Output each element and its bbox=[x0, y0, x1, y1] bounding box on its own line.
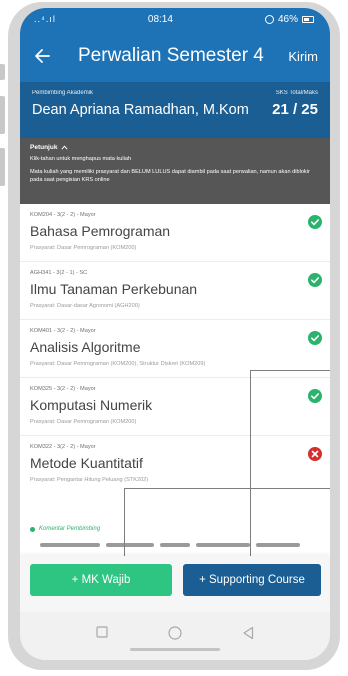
course-list: KOM204 - 3(2 - 2) - Mayor Bahasa Pemrogr… bbox=[20, 204, 330, 502]
error-circle-icon bbox=[308, 447, 322, 461]
annotation-line bbox=[250, 370, 251, 556]
sks-value: 21 / 25 bbox=[272, 101, 318, 118]
battery-icon bbox=[301, 15, 314, 23]
list-item[interactable]: KOM322 - 3(2 - 2) - Mayor Metode Kuantit… bbox=[20, 436, 330, 502]
status-time: 08:14 bbox=[147, 13, 173, 25]
course-prereq: Prasyarat: Pengantar Hitung Peluang (STK… bbox=[30, 477, 149, 483]
comment-dot-icon bbox=[30, 526, 35, 532]
status-bar: ..⁴.ıl 08:14 46% bbox=[20, 8, 330, 30]
signal-indicator: ..⁴.ıl bbox=[34, 14, 56, 24]
annotation-line bbox=[250, 370, 330, 371]
page-title: Perwalian Semester 4 bbox=[78, 45, 264, 66]
annotation-line bbox=[124, 488, 330, 489]
add-mk-wajib-button[interactable]: + MK Wajib bbox=[30, 564, 172, 596]
back-arrow-icon[interactable] bbox=[20, 48, 64, 64]
screen: ..⁴.ıl 08:14 46% Perwalian Semester 4 Ki… bbox=[20, 8, 330, 660]
advisor-comment-label: Komentar Pembimbing bbox=[30, 526, 100, 532]
comment-text-peek bbox=[40, 543, 310, 549]
hardware-button bbox=[0, 96, 5, 134]
home-icon[interactable] bbox=[168, 626, 182, 640]
advisor-name: Dean Apriana Ramadhan, M.Kom bbox=[32, 102, 249, 118]
phone-frame: ..⁴.ıl 08:14 46% Perwalian Semester 4 Ki… bbox=[8, 2, 340, 670]
alarm-icon bbox=[264, 14, 274, 24]
course-name: Ilmu Tanaman Perkebunan bbox=[30, 281, 198, 297]
course-code: KOM325 - 3(2 - 2) - Mayor bbox=[30, 386, 96, 392]
check-circle-icon bbox=[308, 273, 322, 287]
list-item[interactable]: KOM204 - 3(2 - 2) - Mayor Bahasa Pemrogr… bbox=[20, 204, 330, 262]
home-indicator[interactable] bbox=[130, 648, 220, 651]
instruction-panel[interactable]: Petunjuk Klik-tahan untuk menghapus mata… bbox=[20, 138, 330, 204]
check-circle-icon bbox=[308, 215, 322, 229]
check-circle-icon bbox=[308, 331, 322, 345]
course-prereq: Prasyarat: Dasar Pemrograman (KOM200) bbox=[30, 419, 137, 425]
back-triangle-icon[interactable] bbox=[242, 626, 254, 640]
instruction-text: Klik-tahan untuk menghapus mata kuliah bbox=[30, 156, 132, 162]
course-prereq: Prasyarat: Dasar Pemrograman (KOM200) bbox=[30, 245, 137, 251]
course-code: KOM204 - 3(2 - 2) - Mayor bbox=[30, 212, 96, 218]
course-name: Komputasi Numerik bbox=[30, 397, 153, 413]
instruction-text: Mata kuliah yang memiliki prasyarat dan … bbox=[30, 169, 310, 183]
chevron-up-icon[interactable] bbox=[61, 145, 69, 150]
send-button[interactable]: Kirim bbox=[288, 49, 330, 64]
course-code: AGH341 - 3(2 - 1) - SC bbox=[30, 270, 88, 276]
advisor-label: Pembimbing Akademik bbox=[32, 90, 94, 96]
course-code: KOM401 - 3(2 - 2) - Mayor bbox=[30, 328, 96, 334]
course-name: Metode Kuantitatif bbox=[30, 455, 143, 471]
hardware-button bbox=[0, 148, 5, 186]
comment-label-text: Komentar Pembimbing bbox=[39, 526, 101, 532]
list-item[interactable]: KOM325 - 3(2 - 2) - Mayor Komputasi Nume… bbox=[20, 378, 330, 436]
advisor-info: Pembimbing Akademik SKS Total/Maks Dean … bbox=[20, 82, 330, 138]
recent-apps-icon[interactable] bbox=[96, 626, 108, 638]
list-item[interactable]: AGH341 - 3(2 - 1) - SC Ilmu Tanaman Perk… bbox=[20, 262, 330, 320]
sks-label: SKS Total/Maks bbox=[275, 90, 318, 96]
system-nav-bar bbox=[20, 612, 330, 660]
course-prereq: Prasyarat: Dasar Pemrograman (KOM200), S… bbox=[30, 361, 206, 367]
action-bar: + MK Wajib + Supporting Course bbox=[20, 556, 330, 612]
annotation-line bbox=[124, 488, 125, 556]
battery-percent: 46% bbox=[277, 13, 298, 25]
course-code: KOM322 - 3(2 - 2) - Mayor bbox=[30, 444, 96, 450]
status-right: 46% bbox=[264, 13, 314, 25]
add-supporting-course-button[interactable]: + Supporting Course bbox=[183, 564, 321, 596]
course-name: Analisis Algoritme bbox=[30, 339, 141, 355]
course-name: Bahasa Pemrograman bbox=[30, 223, 171, 239]
course-prereq: Prasyarat: Dasar-dasar Agronomi (AGH200) bbox=[30, 303, 140, 309]
app-bar: Perwalian Semester 4 Kirim bbox=[20, 30, 330, 82]
instruction-title: Petunjuk bbox=[30, 144, 58, 151]
check-circle-icon bbox=[308, 389, 322, 403]
hardware-button bbox=[0, 64, 5, 80]
